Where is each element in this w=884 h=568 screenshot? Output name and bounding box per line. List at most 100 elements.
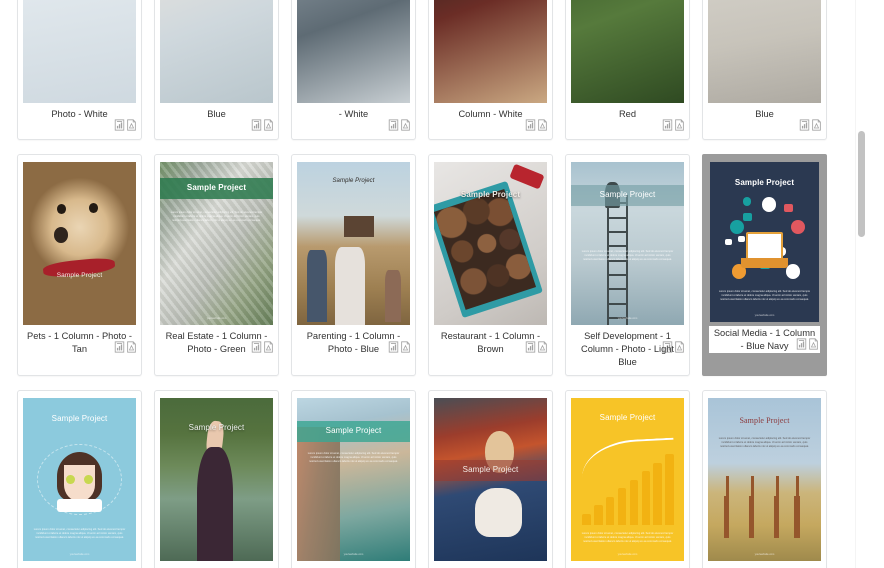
thumbnail-footer-text: yourwebsite.com (617, 317, 638, 320)
thumbnail-background (23, 162, 136, 325)
document-preview-icon[interactable] (799, 118, 810, 131)
template-card[interactable]: Photo - White (17, 0, 142, 140)
template-thumbnail[interactable] (434, 0, 547, 103)
thumbnail-body-text: Lorem ipsum dolor sit amet, consectetur … (718, 290, 811, 302)
template-card[interactable]: Blue (154, 0, 279, 140)
template-thumbnail[interactable]: Sample Project (23, 162, 136, 325)
template-cell: - White (285, 0, 422, 148)
document-download-icon[interactable] (811, 118, 822, 131)
template-thumbnail[interactable] (571, 0, 684, 103)
thumbnail-background (708, 0, 821, 103)
template-caption: Red (571, 107, 684, 133)
document-download-icon[interactable] (126, 118, 137, 131)
document-download-icon[interactable] (808, 337, 819, 350)
template-thumbnail[interactable]: Sample Project Lorem ipsum dolor sit amet… (23, 398, 136, 561)
document-preview-icon[interactable] (525, 340, 536, 353)
template-caption: - White (297, 107, 410, 133)
template-thumbnail[interactable]: Sample Project Lorem ipsum dolor sit amet… (710, 162, 819, 322)
thumbnail-background (434, 0, 547, 103)
document-download-icon[interactable] (263, 340, 274, 353)
template-card[interactable]: Sample Project Lorem ipsum dolor sit amet… (702, 390, 827, 568)
template-card[interactable]: Sample Project Lorem ipsum dolor sit amet… (565, 154, 690, 376)
template-card[interactable]: Red (565, 0, 690, 140)
template-card[interactable]: Sample Project Lorem ipsum dolor sit amet… (565, 390, 690, 568)
template-thumbnail[interactable] (160, 0, 273, 103)
template-caption: Restaurant - 1 Column - Brown (434, 329, 547, 356)
document-download-icon[interactable] (263, 118, 274, 131)
vertical-scrollbar-thumb[interactable] (858, 131, 865, 237)
document-preview-icon[interactable] (114, 340, 125, 353)
template-card[interactable]: Sample Project Lorem ipsum dolor sit amet… (154, 154, 279, 376)
template-thumbnail[interactable]: Sample Project Lorem ipsum dolor sit amet… (708, 398, 821, 561)
thumbnail-footer-text: yourwebsite.com (617, 553, 638, 556)
document-download-icon[interactable] (537, 118, 548, 131)
thumbnail-art: Sample Project Lorem ipsum dolor sit amet… (710, 162, 819, 322)
template-card[interactable]: Column - White (428, 0, 553, 140)
template-thumbnail[interactable]: Sample Project (297, 162, 410, 325)
template-caption: Parenting - 1 Column - Photo - Blue (297, 329, 410, 356)
template-caption: Social Media - 1 Column - Blue Navy (709, 326, 820, 353)
template-card[interactable]: Sample ProjectVets - 1 Column - Photo - … (428, 390, 553, 568)
document-download-icon[interactable] (400, 118, 411, 131)
template-caption: Real Estate - 1 Column - Photo - Green (160, 329, 273, 356)
document-download-icon[interactable] (537, 340, 548, 353)
document-download-icon[interactable] (674, 118, 685, 131)
document-download-icon[interactable] (674, 340, 685, 353)
template-card[interactable]: Sample ProjectSpiritual Life Coaching - … (154, 390, 279, 568)
template-card[interactable]: Sample Project Parenting - 1 Column - Pho… (291, 154, 416, 376)
thumbnail-body-text: Lorem ipsum dolor sit amet, consectetur … (581, 250, 674, 262)
thumbnail-title: Sample Project (188, 422, 245, 432)
document-preview-icon[interactable] (662, 340, 673, 353)
template-card[interactable]: Sample Project Lorem ipsum dolor sit amet… (291, 390, 416, 568)
thumbnail-art: Sample Project (434, 398, 547, 561)
template-card[interactable]: - White (291, 0, 416, 140)
template-thumbnail[interactable] (23, 0, 136, 103)
document-preview-icon[interactable] (251, 118, 262, 131)
card-actions (114, 118, 137, 131)
thumbnail-background (571, 0, 684, 103)
template-thumbnail[interactable] (708, 0, 821, 103)
thumbnail-background (23, 0, 136, 103)
card-actions (388, 118, 411, 131)
template-thumbnail[interactable]: Sample Project (434, 162, 547, 325)
document-preview-icon[interactable] (796, 337, 807, 350)
thumbnail-art (571, 0, 684, 103)
template-card[interactable]: Sample Project Pets - 1 Column - Photo - … (17, 154, 142, 376)
card-actions (251, 340, 274, 353)
template-cell: Sample Project Lorem ipsum dolor sit amet… (148, 148, 285, 384)
card-actions (525, 340, 548, 353)
card-actions (662, 118, 685, 131)
document-preview-icon[interactable] (662, 118, 673, 131)
template-thumbnail[interactable]: Sample Project Lorem ipsum dolor sit amet… (571, 162, 684, 325)
document-preview-icon[interactable] (114, 118, 125, 131)
document-download-icon[interactable] (400, 340, 411, 353)
template-thumbnail[interactable]: Sample Project Lorem ipsum dolor sit amet… (571, 398, 684, 561)
thumbnail-background (160, 0, 273, 103)
vertical-scrollbar-track[interactable] (855, 0, 866, 568)
document-preview-icon[interactable] (388, 340, 399, 353)
template-cell: Red (559, 0, 696, 148)
template-thumbnail[interactable]: Sample Project Lorem ipsum dolor sit amet… (297, 398, 410, 561)
document-preview-icon[interactable] (525, 118, 536, 131)
template-card-selected[interactable]: Sample Project Lorem ipsum dolor sit amet… (702, 154, 827, 376)
template-card[interactable]: Sample Project Restaurant - 1 Column - Br… (428, 154, 553, 376)
template-thumbnail[interactable] (297, 0, 410, 103)
thumbnail-title: Sample Project (571, 184, 684, 206)
document-preview-icon[interactable] (388, 118, 399, 131)
template-grid-viewport[interactable]: Photo - White Blue - White Column - White Re… (0, 0, 857, 568)
template-thumbnail[interactable]: Sample Project Lorem ipsum dolor sit amet… (160, 162, 273, 325)
template-thumbnail[interactable]: Sample Project (434, 398, 547, 561)
template-card[interactable]: Sample Project Lorem ipsum dolor sit amet… (17, 390, 142, 568)
thumbnail-title: Sample Project (460, 189, 521, 199)
template-caption: Self Development - 1 Column - Photo - Li… (571, 329, 684, 369)
thumbnail-art: Sample Project Lorem ipsum dolor sit amet… (571, 162, 684, 325)
template-caption: Column - White (434, 107, 547, 133)
document-download-icon[interactable] (126, 340, 137, 353)
document-preview-icon[interactable] (251, 340, 262, 353)
thumbnail-title: Sample Project (434, 459, 547, 481)
template-thumbnail[interactable]: Sample Project (160, 398, 273, 561)
thumbnail-title: Sample Project (56, 272, 103, 280)
thumbnail-body-text: Lorem ipsum dolor sit amet, consectetur … (170, 210, 263, 222)
template-card[interactable]: Blue (702, 0, 827, 140)
thumbnail-footer-text: yourwebsite.com (754, 553, 775, 556)
